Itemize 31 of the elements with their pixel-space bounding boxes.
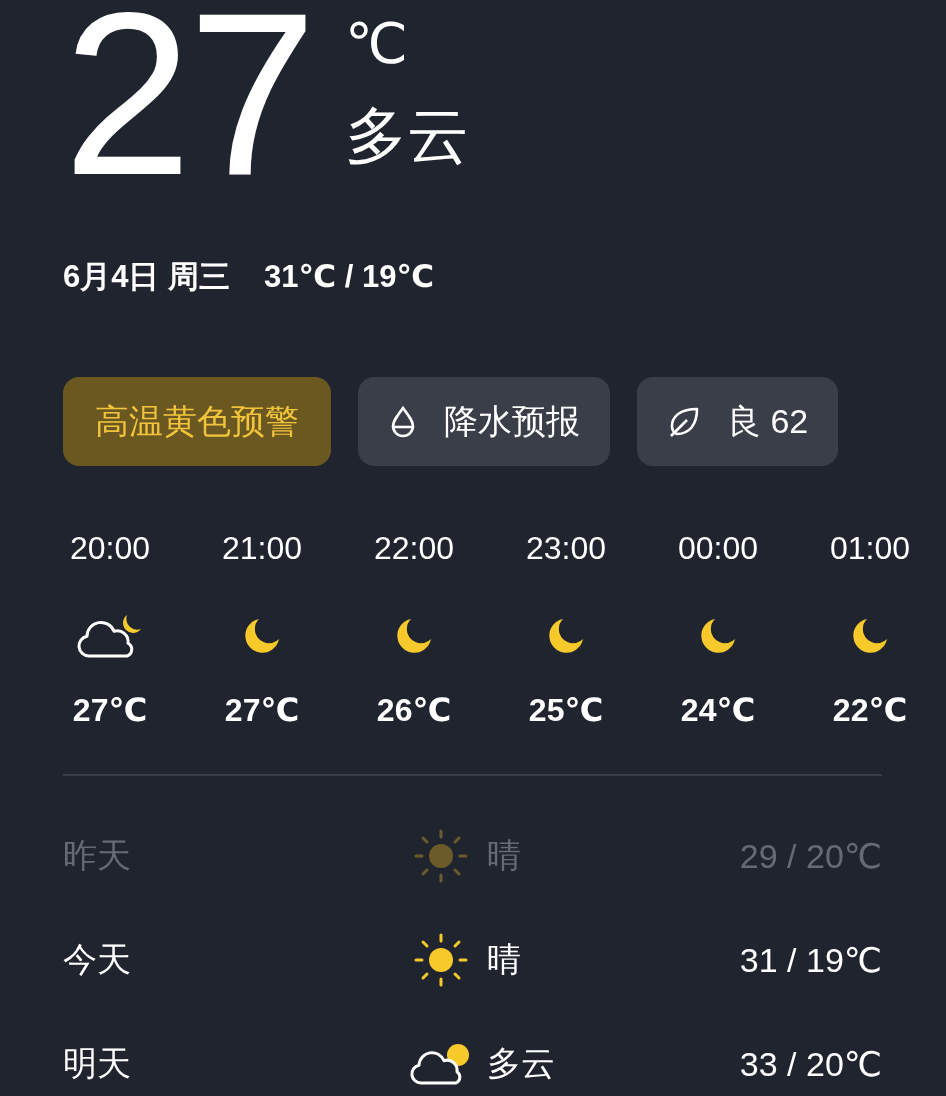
day-condition: 多云 (487, 1043, 556, 1084)
day-temperature-range: 33 / 20℃ (739, 1044, 882, 1084)
hour-time: 21:00 (221, 529, 303, 568)
hour-temperature: 27℃ (224, 691, 300, 730)
hour-temperature: 22℃ (832, 691, 908, 730)
weather-condition: 多云 (345, 100, 469, 172)
hour-temperature: 24℃ (680, 691, 756, 730)
date-text: 6月4日 周三 (63, 258, 231, 296)
hour-temperature: 26℃ (376, 691, 452, 730)
temperature-range: 31℃ / 19℃ (264, 258, 434, 296)
day-label: 昨天 (63, 835, 132, 876)
air-quality-button[interactable]: 良 62 (637, 377, 839, 466)
hour-time: 00:00 (677, 529, 759, 568)
hour-time: 01:00 (829, 529, 911, 568)
hour-time: 22:00 (373, 529, 455, 568)
sun-icon (414, 933, 468, 987)
hour-temperature: 25℃ (528, 691, 604, 730)
warning-button[interactable]: 高温黄色预警 (63, 377, 331, 466)
day-condition: 晴 (487, 939, 522, 980)
day-label: 今天 (63, 939, 132, 980)
precipitation-button[interactable]: 降水预报 (358, 377, 610, 466)
hour-temperature: 27℃ (72, 691, 148, 730)
hour-time: 23:00 (525, 529, 607, 568)
day-label: 明天 (63, 1043, 132, 1084)
day-temperature-range: 29 / 20℃ (739, 836, 882, 876)
hour-time: 20:00 (69, 529, 151, 568)
day-condition: 晴 (487, 835, 522, 876)
temperature-reading: 27 (63, 0, 315, 210)
sun-icon (414, 829, 468, 883)
day-temperature-range: 31 / 19℃ (739, 940, 882, 980)
temperature-unit: ℃ (345, 12, 409, 76)
